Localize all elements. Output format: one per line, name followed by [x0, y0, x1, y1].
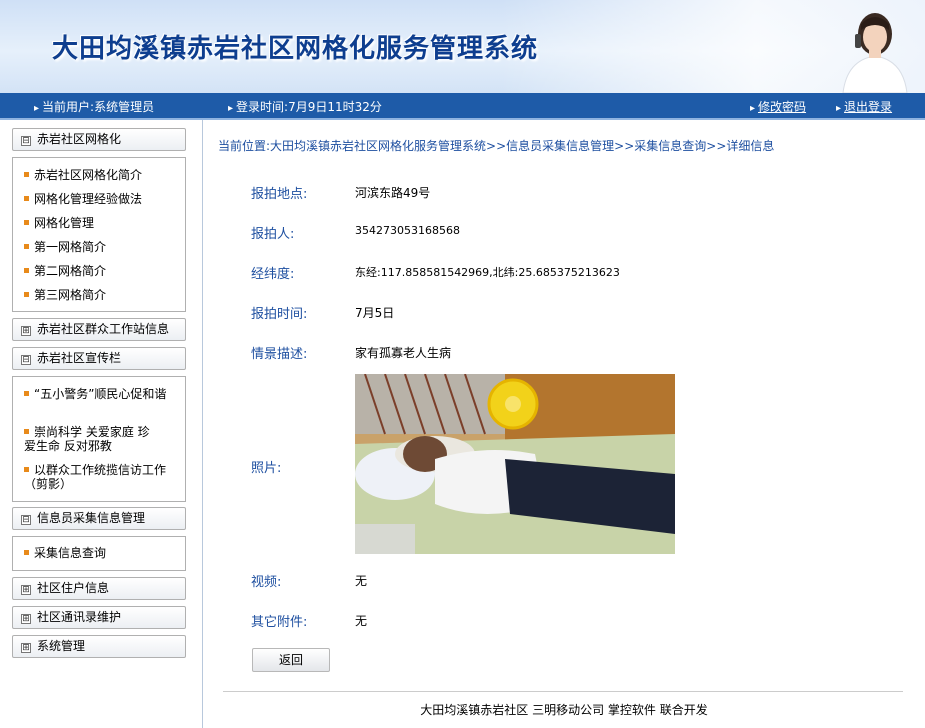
sidebar-section-info-collection-items: 采集信息查询 [12, 536, 186, 571]
app-title: 大田均溪镇赤岩社区网格化服务管理系统 [52, 34, 539, 64]
sidebar: ⊟ 赤岩社区网格化 赤岩社区网格化简介 网格化管理经验做法 网格化管理 第一网格简… [0, 120, 203, 728]
coords-label: 经纬度: [251, 267, 295, 282]
video-value: 无 [355, 574, 368, 588]
location-value: 河滨东路49号 [355, 186, 431, 200]
logout-link[interactable]: 退出登录 [844, 100, 892, 114]
section-title: 赤岩社区宣传栏 [37, 351, 122, 365]
section-title: 信息员采集信息管理 [37, 511, 146, 525]
footer-credits: 大田均溪镇赤岩社区 三明移动公司 掌控软件 联合开发 [420, 703, 708, 717]
video-label: 视频: [251, 575, 282, 590]
bullet-icon [24, 196, 29, 201]
description-label: 情景描述: [251, 347, 308, 362]
sidebar-item[interactable]: 以群众工作统揽信访工作（剪影） [24, 463, 174, 491]
sidebar-section-info-collection[interactable]: ⊟ 信息员采集信息管理 [12, 507, 186, 530]
breadcrumb: 当前位置:大田均溪镇赤岩社区网格化服务管理系统>>信息员采集信息管理>>采集信息… [218, 139, 775, 153]
sidebar-item[interactable]: 第二网格简介 [24, 264, 106, 278]
footer-divider [223, 691, 903, 692]
operator-illustration [842, 13, 908, 93]
bullet-icon [24, 220, 29, 225]
sidebar-section-chiyan-grid-items: 赤岩社区网格化简介 网格化管理经验做法 网格化管理 第一网格简介 第二网格简介 … [12, 157, 186, 312]
sidebar-item[interactable]: 网格化管理经验做法 [24, 192, 142, 206]
change-password-link[interactable]: 修改密码 [758, 100, 806, 114]
sidebar-item[interactable]: 网格化管理 [24, 216, 94, 230]
report-time-label: 报拍时间: [251, 307, 308, 322]
section-title: 社区住户信息 [37, 581, 110, 595]
sidebar-section-system[interactable]: ⊞ 系统管理 [12, 635, 186, 658]
section-title: 系统管理 [37, 639, 86, 653]
sidebar-item[interactable]: 采集信息查询 [24, 546, 106, 560]
reporter-label: 报拍人: [251, 227, 295, 242]
sidebar-section-residents[interactable]: ⊞ 社区住户信息 [12, 577, 186, 600]
bullet-icon [24, 292, 29, 297]
collapse-icon: ⊟ [21, 136, 31, 146]
main-content: 当前位置:大田均溪镇赤岩社区网格化服务管理系统>>信息员采集信息管理>>采集信息… [203, 120, 925, 728]
expand-icon: ⊞ [21, 585, 31, 595]
attachment-value: 无 [355, 614, 368, 628]
sidebar-section-publicity-items: “五小警务”顺民心促和谐 崇尚科学 关爱家庭 珍爱生命 反对邪教 以群众工作统揽… [12, 376, 186, 502]
sidebar-section-mass-work[interactable]: ⊞ 赤岩社区群众工作站信息 [12, 318, 186, 341]
change-password-item: 修改密码 [750, 98, 806, 115]
bullet-icon [24, 172, 29, 177]
reporter-value: 354273053168568 [355, 224, 460, 237]
sidebar-item[interactable]: 崇尚科学 关爱家庭 珍爱生命 反对邪教 [24, 425, 154, 453]
sidebar-item[interactable]: 赤岩社区网格化简介 [24, 168, 142, 182]
coords-value: 东经:117.858581542969,北纬:25.685375213623 [355, 266, 620, 279]
section-title: 赤岩社区群众工作站信息 [37, 322, 170, 336]
collapse-icon: ⊟ [21, 515, 31, 525]
location-label: 报拍地点: [251, 187, 308, 202]
top-nav-bar: 当前用户:系统管理员 登录时间:7月9日11时32分 修改密码 退出登录 [0, 93, 925, 120]
description-value: 家有孤寡老人生病 [355, 346, 452, 360]
sidebar-section-publicity[interactable]: ⊟ 赤岩社区宣传栏 [12, 347, 186, 370]
expand-icon: ⊞ [21, 614, 31, 624]
report-time-value: 7月5日 [355, 306, 395, 320]
bullet-icon [24, 550, 29, 555]
photo-label: 照片: [251, 461, 282, 476]
expand-icon: ⊞ [21, 643, 31, 653]
sidebar-section-chiyan-grid[interactable]: ⊟ 赤岩社区网格化 [12, 128, 186, 151]
bullet-icon [24, 429, 29, 434]
bullet-icon [24, 244, 29, 249]
current-user: 当前用户:系统管理员 [34, 98, 154, 115]
attachment-label: 其它附件: [251, 615, 308, 630]
sidebar-item[interactable]: 第一网格简介 [24, 240, 106, 254]
expand-icon: ⊞ [21, 326, 31, 336]
bullet-icon [24, 391, 29, 396]
scene-photo [355, 374, 675, 554]
collapse-icon: ⊟ [21, 355, 31, 365]
bullet-icon [24, 268, 29, 273]
section-title: 社区通讯录维护 [37, 610, 122, 624]
bullet-icon [24, 467, 29, 472]
sidebar-section-contacts[interactable]: ⊞ 社区通讯录维护 [12, 606, 186, 629]
section-title: 赤岩社区网格化 [37, 132, 122, 146]
login-time: 登录时间:7月9日11时32分 [228, 98, 382, 115]
back-button[interactable]: 返回 [252, 648, 330, 672]
header-banner: 大田均溪镇赤岩社区网格化服务管理系统 [0, 0, 925, 93]
sidebar-item[interactable]: “五小警务”顺民心促和谐 [24, 387, 174, 401]
sidebar-item[interactable]: 第三网格简介 [24, 288, 106, 302]
logout-item: 退出登录 [836, 98, 892, 115]
